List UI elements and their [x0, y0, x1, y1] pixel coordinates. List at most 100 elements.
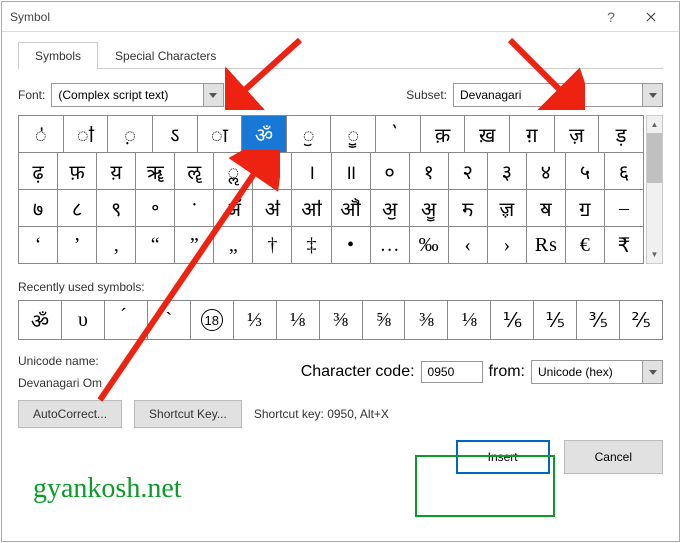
- chevron-down-icon[interactable]: [642, 84, 662, 106]
- symbol-cell[interactable]: ॢ: [214, 153, 253, 189]
- subset-select[interactable]: Devanagari: [453, 83, 663, 107]
- symbol-cell[interactable]: ₨: [527, 227, 566, 263]
- symbol-cell[interactable]: फ़: [58, 153, 97, 189]
- recent-cell[interactable]: ⅙: [491, 301, 534, 339]
- symbol-cell[interactable]: ऺ: [19, 116, 64, 152]
- symbol-cell[interactable]: ।: [292, 153, 331, 189]
- scroll-up-icon[interactable]: ▲: [647, 116, 662, 133]
- symbol-cell[interactable]: ८: [58, 190, 97, 226]
- symbol-cell[interactable]: ॹ: [488, 190, 527, 226]
- symbol-cell[interactable]: ॰: [136, 190, 175, 226]
- symbol-cell[interactable]: …: [371, 227, 410, 263]
- charcode-input[interactable]: [421, 361, 483, 383]
- symbol-cell[interactable]: ड़: [599, 116, 643, 152]
- shortcutkey-button[interactable]: Shortcut Key...: [134, 400, 242, 428]
- symbol-cell[interactable]: ज़: [555, 116, 600, 152]
- symbol-cell[interactable]: ॓: [376, 116, 421, 152]
- symbol-cell[interactable]: †: [253, 227, 292, 263]
- symbol-cell[interactable]: ‹: [449, 227, 488, 263]
- recent-cell[interactable]: `: [148, 301, 191, 339]
- tab-special-characters[interactable]: Special Characters: [98, 42, 233, 69]
- symbol-cell[interactable]: ”: [175, 227, 214, 263]
- symbol-cell[interactable]: „: [214, 227, 253, 263]
- symbol-cell[interactable]: ॸ: [449, 190, 488, 226]
- symbol-cell[interactable]: ३: [488, 153, 527, 189]
- symbol-cell[interactable]: ७: [19, 190, 58, 226]
- recent-grid[interactable]: ॐύ`18⅓⅛⅜⅝⅜⅛⅙⅕⅗⅖: [18, 300, 663, 340]
- symbol-cell[interactable]: ़: [108, 116, 153, 152]
- symbol-cell[interactable]: ९: [97, 190, 136, 226]
- symbol-cell[interactable]: ₹: [605, 227, 643, 263]
- symbol-cell[interactable]: €: [566, 227, 605, 263]
- recent-cell[interactable]: ⅕: [534, 301, 577, 339]
- symbol-cell[interactable]: ›: [488, 227, 527, 263]
- tab-symbols[interactable]: Symbols: [18, 42, 98, 69]
- font-value: (Complex script text): [52, 85, 202, 105]
- insert-button[interactable]: Insert: [456, 440, 550, 474]
- symbol-cell[interactable]: ॶ: [371, 190, 410, 226]
- symbol-cell[interactable]: ‰: [410, 227, 449, 263]
- symbol-cell[interactable]: ॣ: [253, 153, 292, 189]
- symbol-cell[interactable]: ऽ: [153, 116, 198, 152]
- symbol-cell[interactable]: ॱ: [175, 190, 214, 226]
- recent-cell[interactable]: ⅜: [405, 301, 448, 339]
- recent-cell[interactable]: ⅖: [620, 301, 662, 339]
- symbol-cell[interactable]: “: [136, 227, 175, 263]
- recent-cell[interactable]: ⅛: [448, 301, 491, 339]
- help-button[interactable]: ?: [591, 3, 631, 31]
- recent-cell[interactable]: υ: [62, 301, 105, 339]
- symbol-cell[interactable]: ख़: [465, 116, 510, 152]
- symbol-cell[interactable]: •: [332, 227, 371, 263]
- autocorrect-button[interactable]: AutoCorrect...: [18, 400, 122, 428]
- recent-cell[interactable]: ॐ: [19, 301, 62, 339]
- symbol-cell[interactable]: ा: [198, 116, 243, 152]
- symbol-cell[interactable]: ग़: [510, 116, 555, 152]
- symbol-cell[interactable]: ॳ: [253, 190, 292, 226]
- symbol-cell[interactable]: ॖ: [287, 116, 332, 152]
- symbol-cell[interactable]: ‡: [292, 227, 331, 263]
- symbol-cell[interactable]: ‘: [19, 227, 58, 263]
- symbol-cell[interactable]: ॲ: [214, 190, 253, 226]
- symbol-cell[interactable]: १: [410, 153, 449, 189]
- symbol-cell[interactable]: ॻ: [566, 190, 605, 226]
- recent-cell[interactable]: ⅝: [363, 301, 406, 339]
- symbol-cell[interactable]: ’: [58, 227, 97, 263]
- symbol-cell[interactable]: ॡ: [175, 153, 214, 189]
- symbol-cell[interactable]: ॠ: [136, 153, 175, 189]
- font-select[interactable]: (Complex script text): [51, 83, 223, 107]
- symbol-cell[interactable]: ४: [527, 153, 566, 189]
- recent-cell[interactable]: ⅓: [234, 301, 277, 339]
- recent-cell[interactable]: ⅜: [320, 301, 363, 339]
- symbol-cell[interactable]: क़: [421, 116, 466, 152]
- dialog-title: Symbol: [10, 10, 591, 24]
- symbol-cell[interactable]: ऻ: [64, 116, 109, 152]
- symbol-cell[interactable]: २: [449, 153, 488, 189]
- symbol-cell[interactable]: ॺ: [527, 190, 566, 226]
- scroll-thumb[interactable]: [647, 133, 662, 183]
- recent-cell[interactable]: 18: [191, 301, 234, 339]
- chevron-down-icon[interactable]: [642, 361, 662, 383]
- symbol-grid[interactable]: ऺऻ़ऽाॐॖॗ॓क़ख़ग़ज़ड़ ढ़फ़य़ॠॡॢॣ।॥०१२३४५६ ७८…: [18, 115, 644, 264]
- symbol-cell[interactable]: ॴ: [292, 190, 331, 226]
- symbol-cell[interactable]: ‚: [97, 227, 136, 263]
- symbol-cell[interactable]: ॐ: [242, 116, 287, 152]
- scrollbar[interactable]: ▲ ▼: [646, 115, 663, 264]
- scroll-down-icon[interactable]: ▼: [647, 246, 662, 263]
- recent-cell[interactable]: ⅛: [277, 301, 320, 339]
- chevron-down-icon[interactable]: [203, 84, 223, 106]
- symbol-cell[interactable]: ५: [566, 153, 605, 189]
- symbol-cell[interactable]: ॥: [332, 153, 371, 189]
- symbol-cell[interactable]: ॷ: [410, 190, 449, 226]
- recent-cell[interactable]: ⅗: [577, 301, 620, 339]
- from-select[interactable]: Unicode (hex): [531, 360, 663, 384]
- recent-cell[interactable]: ́: [105, 301, 148, 339]
- close-button[interactable]: [631, 3, 671, 31]
- symbol-cell[interactable]: ६: [605, 153, 643, 189]
- symbol-cell[interactable]: ॵ: [332, 190, 371, 226]
- symbol-cell[interactable]: –: [605, 190, 643, 226]
- symbol-cell[interactable]: ०: [371, 153, 410, 189]
- symbol-cell[interactable]: ढ़: [19, 153, 58, 189]
- symbol-cell[interactable]: ॗ: [331, 116, 376, 152]
- cancel-button[interactable]: Cancel: [564, 440, 663, 474]
- symbol-cell[interactable]: य़: [97, 153, 136, 189]
